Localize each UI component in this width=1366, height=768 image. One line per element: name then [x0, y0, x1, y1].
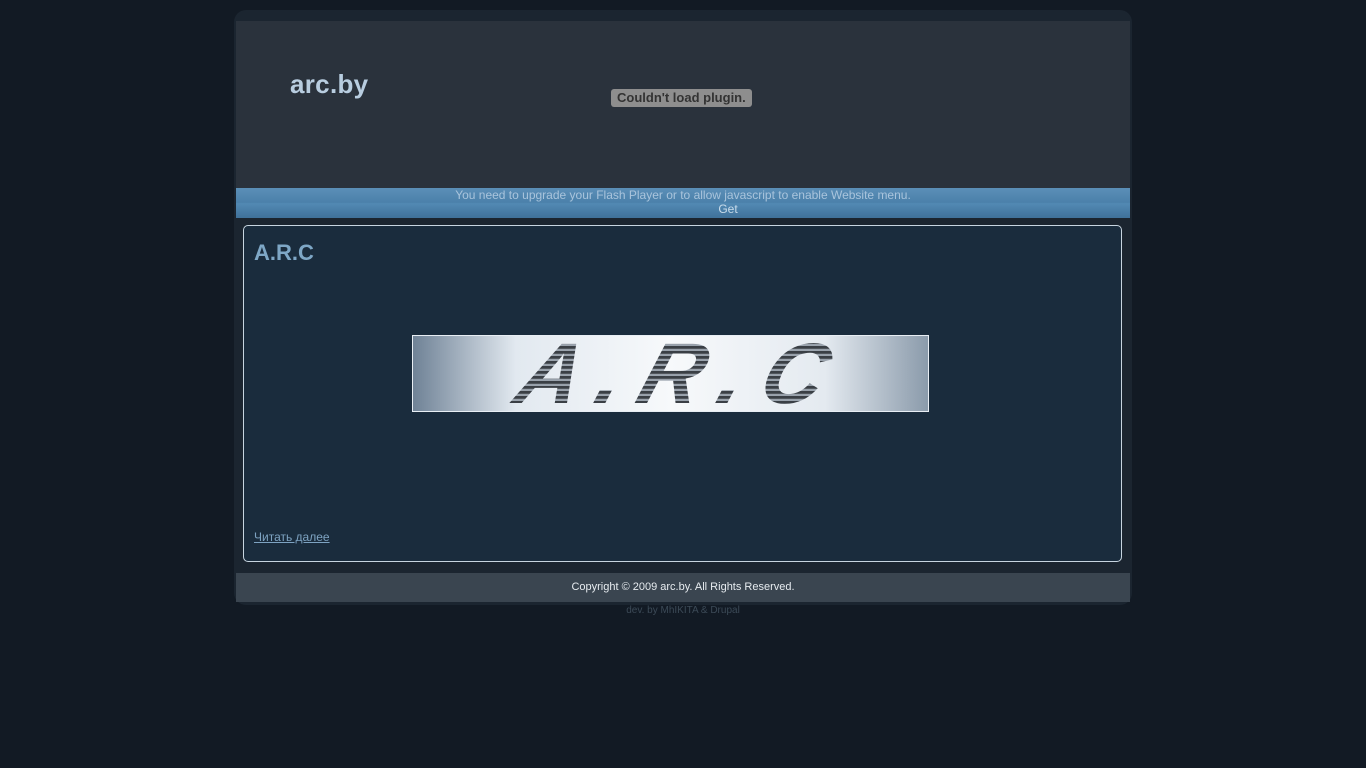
arc-logo-graphic: A.R.C [503, 336, 860, 411]
site-title[interactable]: arc.by [290, 69, 368, 100]
footer-bar: Copyright © 2009 arc.by. All Rights Rese… [236, 573, 1130, 602]
flash-upgrade-notice: You need to upgrade your Flash Player or… [455, 188, 911, 202]
header: arc.by Couldn't load plugin. [236, 21, 1130, 188]
article-box: A.R.C A.R.C Читать далее [243, 225, 1122, 562]
plugin-error-notice[interactable]: Couldn't load plugin. [611, 89, 752, 107]
dev-author-link[interactable]: MhIKITA [660, 605, 698, 616]
copyright-text: Copyright © 2009 arc.by. All Rights Rese… [571, 581, 795, 593]
drupal-link[interactable]: Drupal [710, 605, 739, 616]
logo-lettering: A.R.C [503, 336, 860, 411]
dev-credit: dev. by MhIKITA & Drupal [0, 605, 1366, 616]
article-title[interactable]: A.R.C [254, 240, 314, 266]
get-flash-link[interactable]: Get [236, 202, 1130, 216]
nav-bar: You need to upgrade your Flash Player or… [236, 188, 1130, 218]
dev-separator: & [700, 605, 708, 616]
arc-logo-image: A.R.C [412, 335, 929, 412]
dev-prefix: dev. by [626, 605, 658, 616]
read-more-link[interactable]: Читать далее [254, 530, 330, 544]
